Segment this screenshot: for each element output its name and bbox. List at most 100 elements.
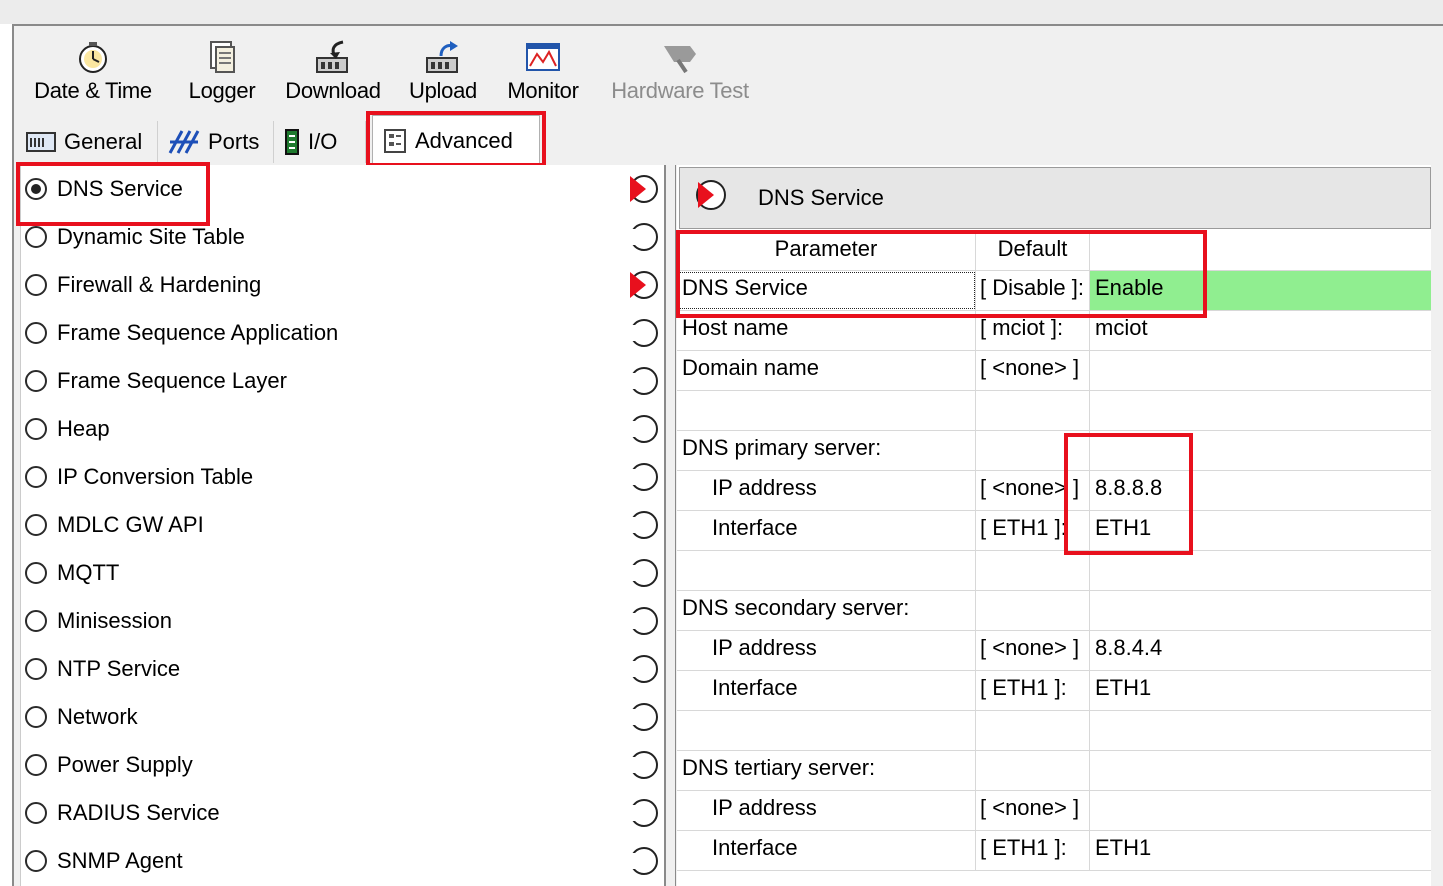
panel-splitter[interactable]: [666, 165, 676, 886]
value-cell[interactable]: 8.8.8.8: [1090, 471, 1431, 510]
default-cell: [976, 591, 1090, 630]
title-gap: [0, 0, 1443, 24]
radio-button[interactable]: [25, 322, 47, 344]
parameter-cell: Interface: [677, 831, 976, 870]
table-row[interactable]: DNS tertiary server:: [677, 751, 1431, 791]
table-row[interactable]: [677, 711, 1431, 751]
default-cell: [976, 431, 1090, 470]
radio-button[interactable]: [25, 610, 47, 632]
parameter-column-header[interactable]: Parameter: [677, 231, 976, 270]
value-cell[interactable]: [1090, 551, 1431, 590]
service-item[interactable]: Frame Sequence Application: [21, 313, 661, 353]
radio-button[interactable]: [25, 706, 47, 728]
table-row[interactable]: Interface[ ETH1 ]: ETH1: [677, 671, 1431, 711]
default-cell: [ Disable ]:: [976, 271, 1090, 310]
service-status-icon: [629, 461, 659, 493]
monitor-button[interactable]: Monitor: [502, 38, 584, 108]
service-status-icon: [629, 269, 659, 301]
tab-advanced[interactable]: Advanced: [372, 115, 540, 165]
value-cell[interactable]: mciot: [1090, 311, 1431, 350]
default-cell: [ <none> ]: [976, 471, 1090, 510]
default-column-header[interactable]: Default: [976, 231, 1090, 270]
radio-button[interactable]: [25, 850, 47, 872]
service-item[interactable]: Network: [21, 697, 661, 737]
value-cell[interactable]: [1090, 791, 1431, 830]
radio-button[interactable]: [25, 658, 47, 680]
default-cell: [ <none> ]: [976, 791, 1090, 830]
tab-general[interactable]: General: [16, 121, 158, 163]
service-status-icon: [629, 557, 659, 589]
table-row[interactable]: DNS primary server:: [677, 431, 1431, 471]
radio-button[interactable]: [25, 514, 47, 536]
service-status-icon: [629, 413, 659, 445]
service-item[interactable]: MDLC GW API: [21, 505, 661, 545]
service-item[interactable]: Heap: [21, 409, 661, 449]
table-row[interactable]: [677, 551, 1431, 591]
tab-ports[interactable]: Ports: [158, 121, 274, 163]
hardware-test-button[interactable]: Hardware Test: [606, 38, 754, 108]
table-row[interactable]: Host name[ mciot ]: mciot: [677, 311, 1431, 351]
service-item[interactable]: NTP Service: [21, 649, 661, 689]
table-row[interactable]: DNS Service[ Disable ]: Enable: [677, 271, 1431, 311]
value-column-header[interactable]: [1090, 231, 1431, 270]
value-cell[interactable]: [1090, 431, 1431, 470]
service-status-icon: [629, 701, 659, 733]
download-button[interactable]: Download: [282, 38, 384, 108]
service-item-label: Network: [57, 704, 138, 729]
value-cell[interactable]: [1090, 591, 1431, 630]
service-item-label: Dynamic Site Table: [57, 224, 245, 249]
value-cell[interactable]: [1090, 751, 1431, 790]
tab-io[interactable]: I/O: [274, 121, 366, 163]
value-cell[interactable]: ETH1: [1090, 831, 1431, 870]
logger-button[interactable]: Logger: [180, 38, 264, 108]
service-item-label: MDLC GW API: [57, 512, 204, 537]
tab-ports-label: Ports: [208, 129, 260, 154]
radio-button[interactable]: [25, 226, 47, 248]
radio-button[interactable]: [25, 754, 47, 776]
date-time-button[interactable]: Date & Time: [30, 38, 156, 108]
value-cell[interactable]: [1090, 711, 1431, 750]
service-status-icon: [629, 365, 659, 397]
service-item-label: RADIUS Service: [57, 800, 220, 825]
radio-button[interactable]: [25, 466, 47, 488]
radio-button[interactable]: [25, 802, 47, 824]
service-item[interactable]: Frame Sequence Layer: [21, 361, 661, 401]
service-item[interactable]: Minisession: [21, 601, 661, 641]
service-item[interactable]: Power Supply: [21, 745, 661, 785]
default-cell: [ ETH1 ]:: [976, 511, 1090, 550]
hardware-test-icon: [606, 38, 754, 74]
service-item[interactable]: Firewall & Hardening: [21, 265, 661, 305]
service-status-icon: [629, 221, 659, 253]
value-cell[interactable]: [1090, 391, 1431, 430]
table-row[interactable]: IP address[ <none> ] 8.8.4.4: [677, 631, 1431, 671]
parameter-cell: [677, 391, 976, 430]
radio-button[interactable]: [25, 562, 47, 584]
radio-button[interactable]: [25, 274, 47, 296]
table-row[interactable]: IP address[ <none> ]: [677, 791, 1431, 831]
service-item[interactable]: IP Conversion Table: [21, 457, 661, 497]
service-status-icon: [629, 509, 659, 541]
radio-button[interactable]: [25, 370, 47, 392]
radio-button[interactable]: [25, 418, 47, 440]
value-cell[interactable]: [1090, 351, 1431, 390]
table-row[interactable]: [677, 391, 1431, 431]
table-row[interactable]: Interface[ ETH1 ]: ETH1: [677, 511, 1431, 551]
value-cell[interactable]: 8.8.4.4: [1090, 631, 1431, 670]
table-row[interactable]: IP address[ <none> ] 8.8.8.8: [677, 471, 1431, 511]
table-row[interactable]: Domain name[ <none> ]: [677, 351, 1431, 391]
table-row[interactable]: DNS secondary server:: [677, 591, 1431, 631]
io-tab-icon: [284, 129, 300, 155]
upload-button[interactable]: Upload: [404, 38, 482, 108]
parameter-cell: DNS Service: [677, 271, 976, 310]
service-item[interactable]: RADIUS Service: [21, 793, 661, 833]
service-item[interactable]: DNS Service: [21, 169, 661, 209]
table-row[interactable]: Interface[ ETH1 ]: ETH1: [677, 831, 1431, 871]
value-cell[interactable]: ETH1: [1090, 511, 1431, 550]
value-cell[interactable]: Enable: [1090, 271, 1431, 310]
vertical-scrollbar[interactable]: [1431, 165, 1443, 886]
service-item[interactable]: Dynamic Site Table: [21, 217, 661, 257]
value-cell[interactable]: ETH1: [1090, 671, 1431, 710]
radio-button[interactable]: [25, 178, 47, 200]
service-item[interactable]: SNMP Agent: [21, 841, 661, 881]
service-item[interactable]: MQTT: [21, 553, 661, 593]
